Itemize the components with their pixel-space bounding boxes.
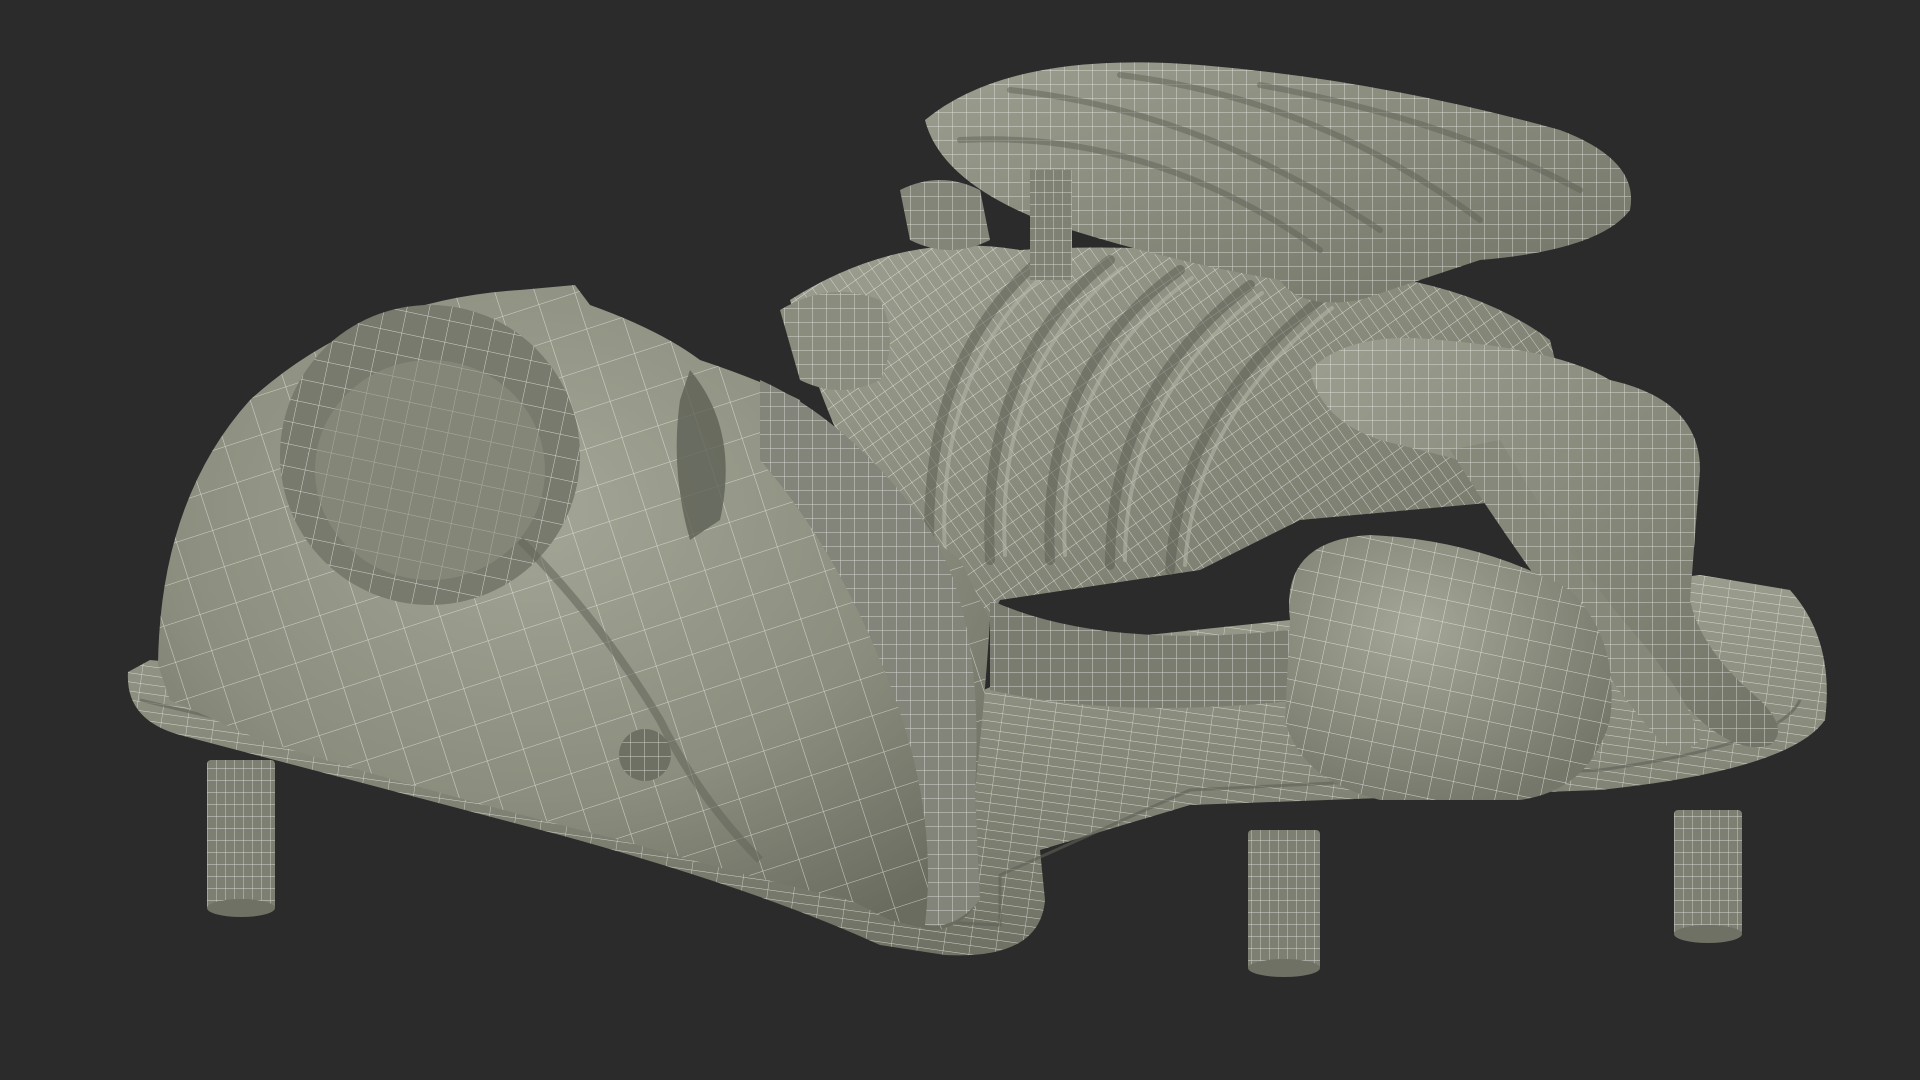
- support-leg-left: [207, 760, 275, 917]
- shoulder-joint: [780, 292, 890, 390]
- render-viewport: [0, 0, 1920, 1080]
- wireframe-render: [127, 62, 1827, 977]
- support-leg-right: [1674, 810, 1742, 943]
- support-leg-middle: [1248, 830, 1320, 977]
